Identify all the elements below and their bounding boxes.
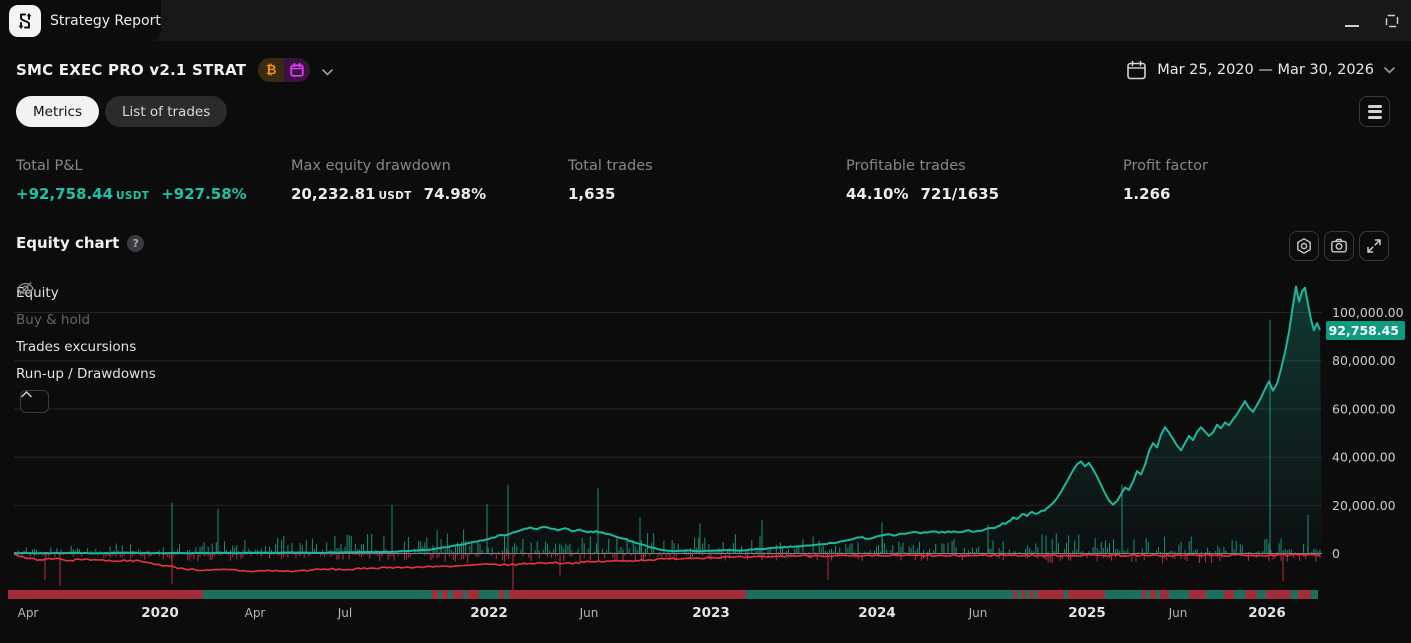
svg-text:100,000.00: 100,000.00: [1332, 305, 1404, 320]
svg-text:Jun: Jun: [968, 606, 988, 620]
metric-total-trades: Total trades 1,635: [568, 158, 653, 203]
maximize-button[interactable]: [1383, 12, 1401, 30]
svg-text:2020: 2020: [141, 605, 179, 621]
help-icon[interactable]: ?: [127, 235, 144, 252]
svg-text:Apr: Apr: [18, 606, 39, 620]
strategy-report-window: Strategy Report SMC EXEC PRO v2.1 STRAT …: [0, 0, 1411, 643]
metric-label: Max equity drawdown: [291, 158, 486, 174]
metric-label: Profit factor: [1123, 158, 1208, 174]
metric-extra: 721/1635: [920, 185, 999, 203]
svg-text:2026: 2026: [1248, 605, 1286, 621]
date-range-chevron-icon: [1384, 67, 1395, 74]
legend-buy-and-hold[interactable]: Buy & hold: [16, 306, 156, 333]
svg-text:2025: 2025: [1068, 605, 1106, 621]
metric-max-drawdown: Max equity drawdown 20,232.81USDT 74.98%: [291, 158, 486, 203]
tab-title: Strategy Report: [50, 0, 161, 41]
strategy-tester-icon: [9, 5, 41, 37]
equity-chart-area[interactable]: 0 20,000.00 40,000.00 60,000.00 80,000.00 100…: [0, 270, 1411, 643]
metric-label: Total trades: [568, 158, 653, 174]
equity-chart-canvas[interactable]: 0 20,000.00 40,000.00 60,000.00 80,000.00 100…: [0, 270, 1411, 643]
metric-label: Total P&L: [16, 158, 247, 174]
tab-metrics[interactable]: Metrics: [16, 96, 99, 127]
btc-symbol-icon: ₿: [258, 58, 284, 82]
gear-icon: [1295, 237, 1313, 255]
symbol-badges[interactable]: ₿: [258, 58, 310, 82]
metric-value: 1,635: [568, 185, 615, 203]
camera-icon: [1330, 237, 1348, 255]
date-range-text: Mar 25, 2020 — Mar 30, 2026: [1157, 62, 1374, 78]
report-layout-button[interactable]: [1359, 96, 1390, 127]
svg-text:92,758.45: 92,758.45: [1329, 323, 1399, 338]
metric-value: 20,232.81USDT: [291, 185, 412, 203]
legend-equity[interactable]: Equity: [16, 279, 156, 306]
tab-bar: [0, 0, 1411, 41]
svg-text:20,000.00: 20,000.00: [1332, 498, 1396, 513]
eye-off-icon[interactable]: [16, 279, 35, 298]
metric-total-pnl: Total P&L +92,758.44USDT +927.58%: [16, 158, 247, 203]
chart-toolbar: [1289, 231, 1389, 261]
svg-text:Jun: Jun: [579, 606, 599, 620]
svg-text:Jul: Jul: [337, 606, 352, 620]
chart-settings-button[interactable]: [1289, 231, 1319, 261]
calendar-icon: [1126, 60, 1147, 81]
svg-text:Jun: Jun: [1168, 606, 1188, 620]
metric-value: 1.266: [1123, 185, 1170, 203]
equity-chart-header: Equity chart ?: [16, 234, 144, 252]
timeframe-calendar-icon: [284, 58, 310, 82]
svg-text:40,000.00: 40,000.00: [1332, 450, 1396, 465]
metric-extra: +927.58%: [161, 185, 246, 203]
metric-extra: 74.98%: [424, 185, 486, 203]
svg-text:2022: 2022: [470, 605, 508, 621]
view-switcher: Metrics List of trades: [16, 96, 227, 127]
metric-label: Profitable trades: [846, 158, 999, 174]
svg-text:60,000.00: 60,000.00: [1332, 401, 1396, 416]
svg-text:2023: 2023: [692, 605, 730, 621]
strategy-title: SMC EXEC PRO v2.1 STRAT: [16, 61, 246, 79]
tab-strategy-report[interactable]: Strategy Report: [0, 0, 161, 41]
strategy-dropdown-chevron-icon[interactable]: [322, 61, 333, 80]
metric-profit-factor: Profit factor 1.266: [1123, 158, 1208, 203]
legend-runup-drawdowns[interactable]: Run-up / Drawdowns: [16, 360, 156, 387]
svg-text:0: 0: [1332, 546, 1340, 561]
report-header: SMC EXEC PRO v2.1 STRAT ₿: [16, 56, 333, 84]
svg-text:Apr: Apr: [245, 606, 266, 620]
maximize-icon: [1384, 13, 1400, 29]
legend-trades-excursions[interactable]: Trades excursions: [16, 333, 156, 360]
window-controls: [1343, 0, 1401, 41]
chart-snapshot-button[interactable]: [1324, 231, 1354, 261]
chart-legend: Equity Buy & hold Trades excursions Run-…: [16, 279, 156, 387]
expand-icon: [1365, 237, 1383, 255]
metric-value: +92,758.44USDT: [16, 185, 149, 203]
equity-chart-title: Equity chart: [16, 234, 119, 252]
minimize-button[interactable]: [1343, 12, 1361, 30]
rows-icon: [1368, 105, 1382, 119]
chevron-up-icon: [21, 391, 32, 398]
legend-collapse-button[interactable]: [20, 390, 49, 413]
tab-list-of-trades[interactable]: List of trades: [105, 96, 227, 127]
chart-fullscreen-button[interactable]: [1359, 231, 1389, 261]
metric-value: 44.10%: [846, 185, 908, 203]
svg-text:80,000.00: 80,000.00: [1332, 353, 1396, 368]
svg-text:2024: 2024: [858, 605, 896, 621]
date-range-control[interactable]: Mar 25, 2020 — Mar 30, 2026: [1126, 56, 1395, 84]
metric-profitable-trades: Profitable trades 44.10% 721/1635: [846, 158, 999, 203]
